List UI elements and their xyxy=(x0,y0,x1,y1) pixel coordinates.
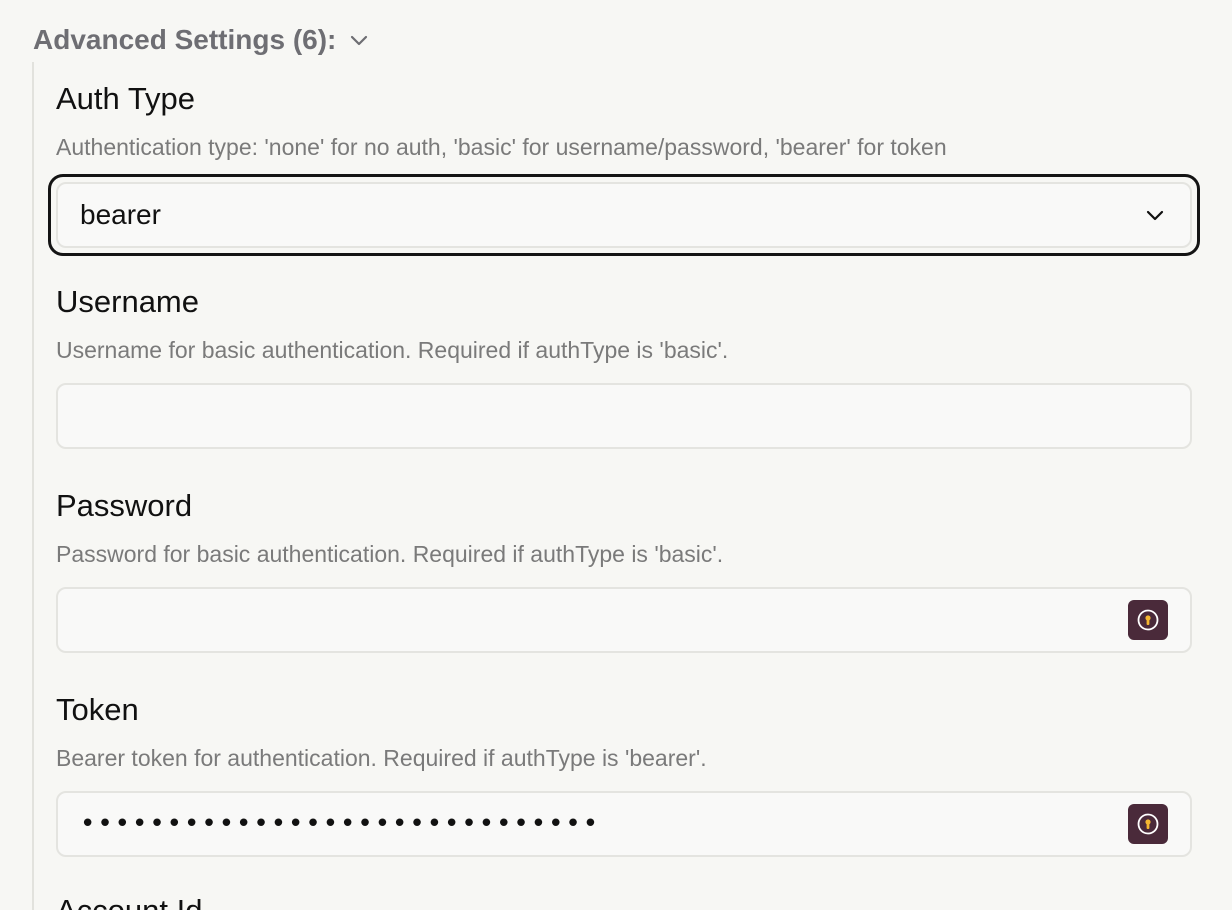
password-field: Password Password for basic authenticati… xyxy=(56,487,1194,653)
auth-type-field: Auth Type Authentication type: 'none' fo… xyxy=(48,80,1200,256)
section-indent-rule xyxy=(32,62,34,910)
account-id-label: Account Id xyxy=(56,892,1194,910)
advanced-settings-panel: Advanced Settings (6): Auth Type Authent… xyxy=(0,0,1232,910)
auth-type-selected-value: bearer xyxy=(80,199,161,230)
password-description: Password for basic authentication. Requi… xyxy=(56,541,724,567)
keyhole-icon xyxy=(1137,813,1159,835)
chevron-down-icon xyxy=(1146,210,1164,221)
token-input[interactable]: •••••••••••••••••••••••••••••• xyxy=(56,791,1192,857)
password-manager-icon[interactable] xyxy=(1128,804,1168,844)
auth-type-description: Authentication type: 'none' for no auth,… xyxy=(56,134,947,160)
account-id-field: Account Id xyxy=(56,892,1194,910)
username-field: Username Username for basic authenticati… xyxy=(56,283,1194,449)
token-masked-value: •••••••••••••••••••••••••••••• xyxy=(80,809,601,839)
username-input[interactable] xyxy=(56,383,1192,449)
section-title: Advanced Settings (6): xyxy=(33,24,337,55)
username-label: Username xyxy=(56,284,199,319)
password-label: Password xyxy=(56,488,193,523)
token-field: Token Bearer token for authentication. R… xyxy=(56,691,1194,857)
password-manager-icon[interactable] xyxy=(1128,600,1168,640)
advanced-settings-toggle[interactable]: Advanced Settings (6): xyxy=(33,22,370,58)
chevron-down-icon xyxy=(351,35,368,46)
password-input[interactable] xyxy=(56,587,1192,653)
username-description: Username for basic authentication. Requi… xyxy=(56,337,729,363)
token-label: Token xyxy=(56,692,139,727)
token-description: Bearer token for authentication. Require… xyxy=(56,745,707,771)
auth-type-select-box[interactable]: bearer xyxy=(56,182,1192,248)
auth-type-label: Auth Type xyxy=(56,81,196,116)
keyhole-icon xyxy=(1137,609,1159,631)
auth-type-select[interactable]: bearer xyxy=(48,174,1200,256)
